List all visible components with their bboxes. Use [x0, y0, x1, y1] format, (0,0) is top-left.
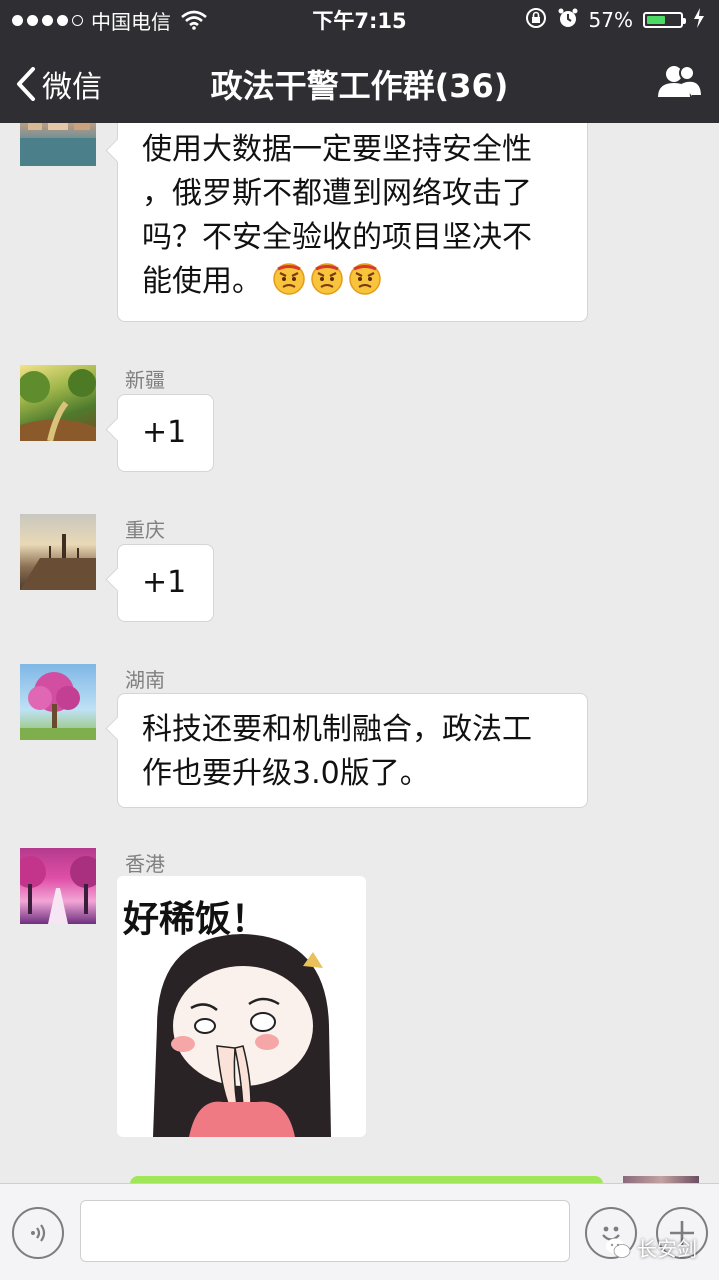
- charging-icon: [693, 7, 705, 33]
- sender-name: 新疆: [125, 368, 165, 392]
- own-avatar[interactable]: [623, 1176, 699, 1183]
- carrier-name: 中国电信: [91, 9, 171, 34]
- message-line: 吗？不安全验收的项目坚决不: [142, 220, 532, 255]
- battery-percent: 57%: [588, 8, 633, 32]
- battery-icon: [643, 12, 686, 28]
- message-bubble[interactable]: 使用大数据一定要坚持安全性 ，俄罗斯不都遭到网络攻击了 吗？不安全验收的项目坚决…: [117, 123, 588, 322]
- group-members-button[interactable]: [657, 64, 704, 102]
- voice-input-button[interactable]: [12, 1207, 64, 1259]
- angry-face-emoji: [310, 262, 344, 296]
- people-icon: [658, 65, 704, 97]
- watermark: 长安剑: [605, 1233, 697, 1262]
- message-input[interactable]: [80, 1200, 570, 1262]
- voice-icon: [31, 1224, 46, 1242]
- input-bar: 长安剑: [0, 1183, 719, 1280]
- angry-face-emoji: [272, 262, 306, 296]
- message-line: 能使用。: [142, 264, 262, 299]
- page-title: 政法干警工作群(36): [210, 67, 509, 105]
- message-line: ，俄罗斯不都遭到网络攻击了: [142, 176, 532, 211]
- message-bubble[interactable]: +1: [117, 394, 214, 472]
- nav-bar: 微信 政法干警工作群(36): [0, 40, 719, 123]
- avatar[interactable]: [20, 123, 96, 166]
- avatar[interactable]: [20, 664, 96, 740]
- chat-area[interactable]: 使用大数据一定要坚持安全性 ，俄罗斯不都遭到网络攻击了 吗？不安全验收的项目坚决…: [0, 123, 719, 1183]
- rotation-lock-icon: [525, 7, 547, 34]
- own-message-bubble[interactable]: [130, 1176, 603, 1183]
- alarm-icon: [557, 7, 579, 34]
- wifi-icon: [181, 10, 207, 30]
- sender-name: 重庆: [125, 518, 165, 542]
- angry-face-emoji: [348, 262, 382, 296]
- message-text: +1: [142, 415, 187, 450]
- message-bubble[interactable]: +1: [117, 544, 214, 622]
- sender-name: 湖南: [125, 668, 165, 692]
- avatar[interactable]: [20, 365, 96, 441]
- message-line: 科技还要和机制融合，政法工: [142, 712, 532, 747]
- wechat-logo-icon: [606, 1238, 631, 1258]
- avatar[interactable]: [20, 514, 96, 590]
- message-line: 使用大数据一定要坚持安全性: [142, 132, 532, 167]
- message-text: +1: [142, 565, 187, 600]
- signal-strength-icon: [12, 14, 83, 26]
- girl-sticker-illustration: [153, 934, 331, 1137]
- status-bar: 中国电信 下午7:15 57%: [0, 0, 719, 40]
- sticker-image[interactable]: 好稀饭！: [117, 876, 366, 1137]
- sender-name: 香港: [125, 852, 165, 876]
- message-bubble[interactable]: 科技还要和机制融合，政法工 作也要升级3.0版了。: [117, 693, 588, 808]
- avatar[interactable]: [20, 848, 96, 924]
- message-line: 作也要升级3.0版了。: [142, 756, 430, 791]
- watermark-text: 长安剑: [637, 1237, 697, 1261]
